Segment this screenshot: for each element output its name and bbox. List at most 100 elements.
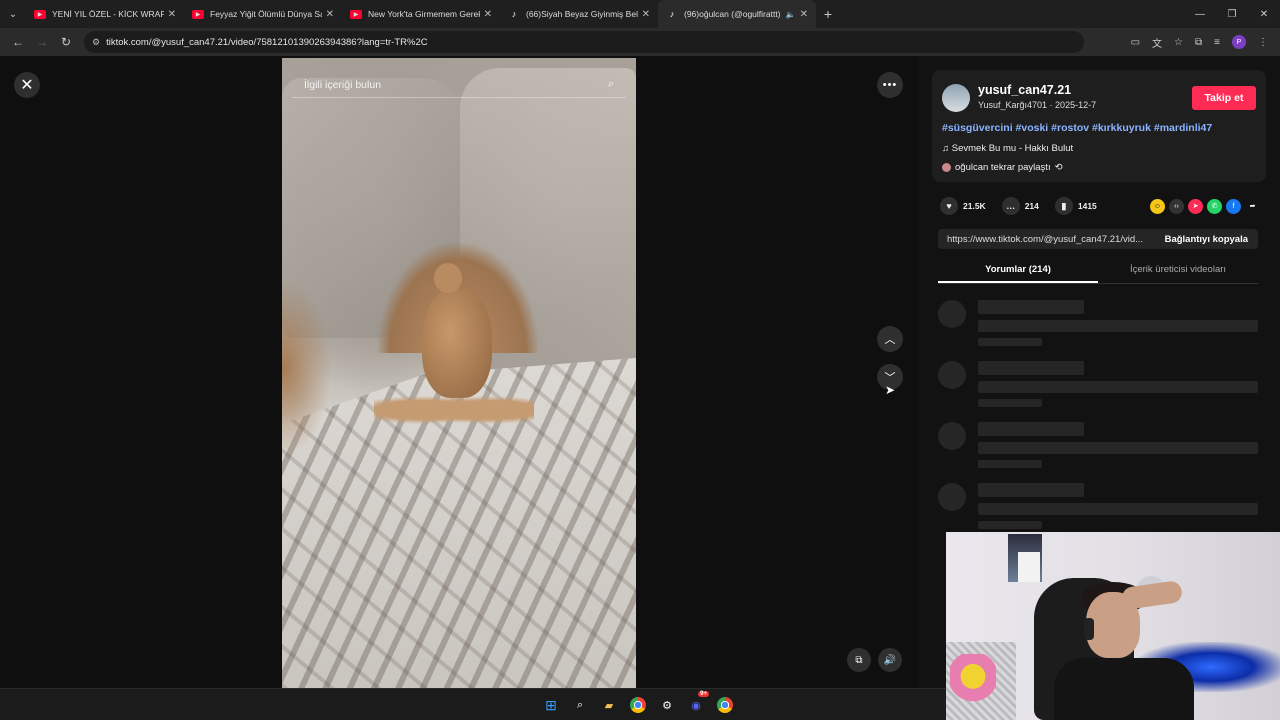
toolbar-icons: ▭ 文 ☆ ⧉ ≡ P ⋮ bbox=[1131, 35, 1274, 50]
search-icon[interactable]: ⌕ bbox=[608, 78, 614, 91]
volume-button[interactable]: 🔊 bbox=[878, 648, 902, 672]
comment-button[interactable]: … 214 bbox=[1001, 197, 1039, 215]
browser-tab-active[interactable]: ♪ (96)oğulcan (@ogulfirattt) | 🔈 ✕ bbox=[658, 0, 816, 28]
browser-menu-icon[interactable]: ⋮ bbox=[1258, 37, 1268, 48]
windows-taskbar: ⊞ ⌕ ▰ ⚙ ◉ 9+ bbox=[0, 688, 946, 720]
url-text: tiktok.com/@yusuf_can47.21/video/7581210… bbox=[106, 36, 428, 48]
tab-comments[interactable]: Yorumlar (214) bbox=[938, 258, 1098, 283]
avatar[interactable] bbox=[942, 84, 970, 112]
browser-tab[interactable]: ♪ (66)Siyah Beyaz Giyinmiş Beline ✕ bbox=[500, 0, 658, 28]
youtube-icon: ▶ bbox=[34, 9, 46, 19]
close-window-icon[interactable]: ✕ bbox=[1248, 0, 1280, 28]
previous-video-button[interactable]: ︿ bbox=[877, 326, 903, 352]
repost-icon: ⟲ bbox=[1054, 162, 1063, 173]
reposter-avatar bbox=[942, 163, 951, 172]
video-frame-bird-feet bbox=[374, 388, 534, 432]
taskbar-icons: ⊞ ⌕ ▰ ⚙ ◉ 9+ bbox=[541, 691, 735, 715]
tab-title: (66)Siyah Beyaz Giyinmiş Beline bbox=[526, 9, 638, 19]
like-count: 21.5K bbox=[963, 201, 986, 211]
taskbar-search-icon[interactable]: ⌕ bbox=[570, 695, 590, 715]
audio-playing-icon[interactable]: 🔈 bbox=[786, 10, 796, 19]
follow-button[interactable]: Takip et bbox=[1192, 86, 1256, 110]
close-tab-icon[interactable]: ✕ bbox=[326, 9, 334, 20]
mouse-cursor-icon: ➤ bbox=[885, 383, 896, 397]
comment-skeleton bbox=[938, 361, 1258, 411]
bookmark-star-icon[interactable]: ☆ bbox=[1174, 37, 1183, 48]
extensions-icon[interactable]: ⧉ bbox=[1195, 37, 1202, 48]
share-link-text: https://www.tiktok.com/@yusuf_can47.21/v… bbox=[947, 233, 1144, 245]
close-tab-icon[interactable]: ✕ bbox=[800, 9, 808, 20]
new-tab-button[interactable]: + bbox=[816, 6, 840, 22]
tab-search-icon[interactable]: ⌄ bbox=[0, 0, 26, 28]
repost-text: oğulcan tekrar paylaştı bbox=[955, 162, 1051, 173]
close-video-button[interactable]: ✕ bbox=[14, 72, 40, 98]
action-bar: ♥ 21.5K … 214 ▮ 1415 ☺ ‹› ➤ ✆ f ➦ bbox=[940, 196, 1260, 216]
more-options-button[interactable]: ••• bbox=[877, 72, 903, 98]
url-field[interactable]: ⚙ tiktok.com/@yusuf_can47.21/video/75812… bbox=[84, 31, 1084, 53]
webcam-poster bbox=[1018, 552, 1040, 582]
discord-badge: 9+ bbox=[698, 691, 709, 697]
cast-icon[interactable]: ▭ bbox=[1131, 37, 1140, 48]
close-tab-icon[interactable]: ✕ bbox=[642, 9, 650, 20]
browser-tab[interactable]: ▶ Feyyaz Yiğit Ölümlü Dünya Sah ✕ bbox=[184, 0, 342, 28]
music-link[interactable]: ♫ Sevmek Bu mu - Hakkı Bulut bbox=[942, 143, 1073, 154]
restore-icon[interactable]: ❐ bbox=[1216, 0, 1248, 28]
windows-start-icon[interactable]: ⊞ bbox=[541, 695, 561, 715]
browser-tab-bar: ⌄ ▶ YENİ YIL ÖZEL - KİCK WRAPPED ✕ ▶ Fey… bbox=[0, 0, 1280, 28]
reload-icon[interactable]: ↻ bbox=[54, 35, 78, 49]
share-link-field[interactable]: https://www.tiktok.com/@yusuf_can47.21/v… bbox=[938, 229, 1258, 249]
minimize-icon[interactable]: — bbox=[1184, 0, 1216, 28]
comment-icon: … bbox=[1001, 197, 1020, 215]
video-frame-bird bbox=[282, 278, 332, 458]
webcam-person-shirt bbox=[1054, 658, 1194, 720]
forward-icon[interactable]: → bbox=[30, 35, 54, 49]
discord-icon[interactable]: ◉ 9+ bbox=[686, 691, 709, 715]
copy-link-button[interactable]: Bağlantıyı kopyala bbox=[1165, 234, 1258, 245]
youtube-icon: ▶ bbox=[192, 9, 204, 19]
translate-icon[interactable]: 文 bbox=[1152, 35, 1162, 50]
video-viewer: ✕ İlgili içeriği bulun ⌕ ••• ︿ ﹀ ➤ ⧉ 🔊 bbox=[0, 56, 918, 688]
author-card: yusuf_can47.21 Yusuf_Karğı4701 · 2025-12… bbox=[932, 70, 1266, 182]
video-player[interactable] bbox=[282, 58, 636, 688]
share-icons: ☺ ‹› ➤ ✆ f ➦ bbox=[1150, 198, 1260, 214]
music-note-icon: ♫ bbox=[942, 143, 952, 154]
search-placeholder: İlgili içeriği bulun bbox=[304, 78, 382, 91]
window-controls: — ❐ ✕ bbox=[1184, 0, 1280, 28]
send-icon[interactable]: ➤ bbox=[1188, 198, 1203, 214]
media-control-icon[interactable]: ≡ bbox=[1214, 37, 1220, 48]
embed-icon[interactable]: ‹› bbox=[1169, 198, 1184, 214]
picture-in-picture-button[interactable]: ⧉ bbox=[847, 648, 871, 672]
chrome-active-icon[interactable] bbox=[715, 695, 735, 715]
related-search-input[interactable]: İlgili içeriği bulun ⌕ bbox=[292, 72, 626, 98]
site-info-icon[interactable]: ⚙ bbox=[92, 37, 100, 48]
facebook-icon[interactable]: f bbox=[1226, 198, 1241, 214]
settings-app-icon[interactable]: ⚙ bbox=[657, 695, 677, 715]
whatsapp-icon[interactable]: ✆ bbox=[1207, 198, 1222, 214]
friends-share-icon[interactable]: ☺ bbox=[1150, 198, 1165, 214]
share-arrow-icon[interactable]: ➦ bbox=[1245, 199, 1260, 214]
like-button[interactable]: ♥ 21.5K bbox=[940, 197, 986, 215]
video-frame-bird bbox=[422, 288, 492, 398]
comment-count: 214 bbox=[1024, 201, 1039, 211]
comment-skeleton bbox=[938, 483, 1258, 533]
back-icon[interactable]: ← bbox=[6, 35, 30, 49]
author-nickname-date: Yusuf_Karğı4701 · 2025-12-7 bbox=[978, 100, 1097, 110]
close-tab-icon[interactable]: ✕ bbox=[168, 9, 176, 20]
file-explorer-icon[interactable]: ▰ bbox=[599, 695, 619, 715]
browser-tab[interactable]: ▶ YENİ YIL ÖZEL - KİCK WRAPPED ✕ bbox=[26, 0, 184, 28]
author-username[interactable]: yusuf_can47.21 bbox=[978, 83, 1071, 97]
comment-skeleton bbox=[938, 422, 1258, 472]
hashtags[interactable]: #süsgüvercini #voski #rostov #kırkkuyruk… bbox=[942, 122, 1212, 134]
tab-creator-videos[interactable]: İçerik üreticisi videoları bbox=[1098, 258, 1258, 283]
address-bar-row: ← → ↻ ⚙ tiktok.com/@yusuf_can47.21/video… bbox=[0, 28, 1280, 56]
comment-skeleton bbox=[938, 300, 1258, 350]
profile-avatar[interactable]: P bbox=[1232, 35, 1246, 49]
save-button[interactable]: ▮ 1415 bbox=[1054, 197, 1097, 215]
chrome-icon[interactable] bbox=[628, 695, 648, 715]
browser-tab[interactable]: ▶ New York'ta Girmemem Gereke ✕ bbox=[342, 0, 500, 28]
webcam-plush bbox=[950, 654, 996, 710]
tab-title: Feyyaz Yiğit Ölümlü Dünya Sah bbox=[210, 9, 322, 19]
close-tab-icon[interactable]: ✕ bbox=[484, 9, 492, 20]
webcam-overlay bbox=[946, 532, 1280, 720]
youtube-icon: ▶ bbox=[350, 9, 362, 19]
